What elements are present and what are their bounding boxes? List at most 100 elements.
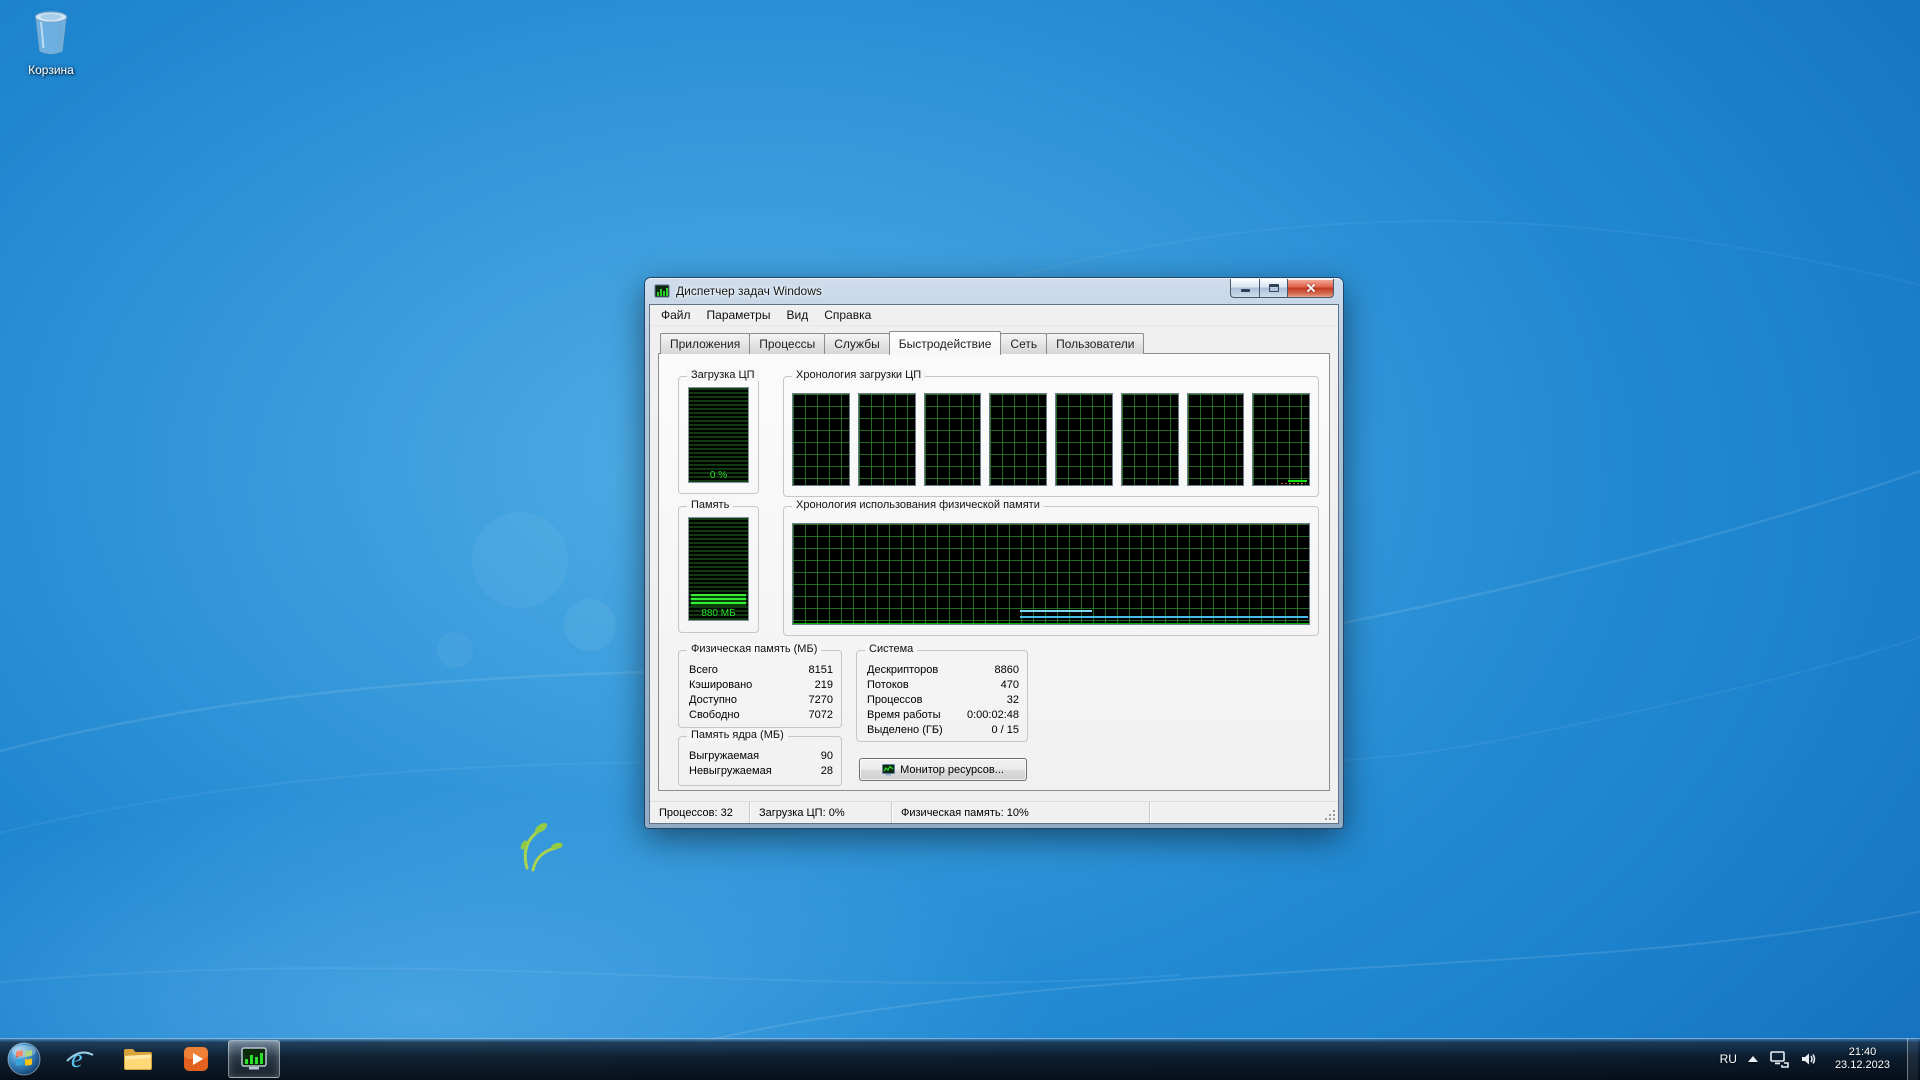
recycle-bin-label: Корзина — [12, 63, 90, 77]
physical-memory-rows: Всего8151 Кэшировано219 Доступно7270 Сво… — [679, 663, 841, 723]
file-explorer-button[interactable] — [112, 1040, 164, 1078]
tab-network[interactable]: Сеть — [1000, 333, 1047, 354]
menu-file[interactable]: Файл — [653, 306, 699, 324]
cpu-usage-group: Загрузка ЦП 0 % — [678, 376, 759, 494]
system-rows: Дескрипторов8860 Потоков470 Процессов32 … — [857, 663, 1027, 738]
stat-row: Невыгружаемая28 — [679, 764, 841, 779]
tab-services[interactable]: Службы — [824, 333, 889, 354]
cpu-core-graph-5 — [1055, 393, 1113, 486]
window-title: Диспетчер задач Windows — [676, 284, 822, 298]
memory-history-graph — [792, 523, 1310, 625]
close-icon — [1305, 282, 1317, 294]
system-tray: RU 21:40 23.12.2023 — [1720, 1038, 1920, 1080]
physical-memory-group: Физическая память (МБ) Всего8151 Кэширов… — [678, 650, 842, 728]
stat-row: Выделено (ГБ)0 / 15 — [857, 723, 1027, 738]
cpu-history-group: Хронология загрузки ЦП — [783, 376, 1319, 497]
resource-monitor-icon — [882, 763, 895, 776]
memory-history-graph-zone — [792, 523, 1310, 625]
menu-bar: Файл Параметры Вид Справка — [650, 305, 1338, 326]
task-manager-window: Диспетчер задач Windows Файл Параметры В… — [645, 278, 1343, 828]
windows-orb-icon — [4, 1039, 44, 1079]
media-player-button[interactable] — [170, 1040, 222, 1078]
resize-grip[interactable] — [1323, 808, 1337, 822]
tab-strip: Приложения Процессы Службы Быстродействи… — [660, 330, 1330, 354]
cpu-core-graph-8 — [1252, 393, 1310, 486]
menu-options[interactable]: Параметры — [699, 306, 779, 324]
sprout-art — [519, 821, 563, 870]
tab-users[interactable]: Пользователи — [1046, 333, 1144, 354]
network-icon[interactable] — [1769, 1050, 1789, 1068]
folder-icon — [122, 1046, 154, 1072]
taskbar-clock[interactable]: 21:40 23.12.2023 — [1829, 1046, 1896, 1072]
memory-usage-fill — [691, 594, 746, 606]
maximize-icon — [1269, 284, 1279, 292]
stat-row: Кэшировано219 — [679, 678, 841, 693]
stat-row: Всего8151 — [679, 663, 841, 678]
cpu-usage-meter: 0 % — [688, 387, 749, 483]
window-client-area: Файл Параметры Вид Справка Приложения Пр… — [649, 304, 1339, 824]
resource-monitor-label: Монитор ресурсов... — [900, 764, 1004, 776]
menu-view[interactable]: Вид — [778, 306, 816, 324]
memory-usage-history-step — [1020, 610, 1092, 612]
memory-history-baseline — [793, 623, 1309, 624]
minimize-button[interactable] — [1230, 279, 1259, 298]
cpu-core-graph-7 — [1187, 393, 1245, 486]
desktop: Корзина Диспетчер задач Windows Файл Пар… — [0, 0, 1920, 1080]
status-processes: Процессов: 32 — [650, 802, 750, 823]
memory-usage-group: Память 880 МБ — [678, 506, 759, 633]
cpu-core-graph-6 — [1121, 393, 1179, 486]
status-memory: Физическая память: 10% — [892, 802, 1150, 823]
menu-help[interactable]: Справка — [816, 306, 879, 324]
taskbar: e — [0, 1038, 1920, 1080]
status-empty — [1150, 802, 1338, 823]
stat-row: Выгружаемая90 — [679, 749, 841, 764]
cpu-core-graph-3 — [924, 393, 982, 486]
cpu-core-graph-1 — [792, 393, 850, 486]
clock-time: 21:40 — [1835, 1046, 1890, 1059]
media-player-icon — [182, 1045, 210, 1073]
tab-applications[interactable]: Приложения — [660, 333, 750, 354]
kernel-time-line — [1281, 483, 1306, 484]
taskbar-apps: e — [54, 1038, 280, 1080]
recycle-bin-icon — [28, 8, 74, 56]
show-desktop-button[interactable] — [1907, 1038, 1918, 1080]
status-bar: Процессов: 32 Загрузка ЦП: 0% Физическая… — [650, 801, 1338, 823]
memory-usage-meter: 880 МБ — [688, 517, 749, 621]
task-manager-app-icon — [654, 283, 670, 299]
tab-area: Приложения Процессы Службы Быстродействи… — [650, 326, 1338, 801]
stat-row: Потоков470 — [857, 678, 1027, 693]
internet-explorer-button[interactable]: e — [54, 1040, 106, 1078]
cpu-history-group-title: Хронология загрузки ЦП — [792, 369, 925, 381]
resource-monitor-button[interactable]: Монитор ресурсов... — [859, 758, 1027, 781]
physical-memory-group-title: Физическая память (МБ) — [687, 643, 821, 655]
stat-row: Время работы0:00:02:48 — [857, 708, 1027, 723]
cpu-usage-value: 0 % — [689, 470, 748, 481]
memory-usage-history-line — [1020, 616, 1308, 618]
system-group: Система Дескрипторов8860 Потоков470 Проц… — [856, 650, 1028, 742]
kernel-memory-group-title: Память ядра (МБ) — [687, 729, 788, 741]
close-button[interactable] — [1287, 279, 1334, 298]
status-cpu: Загрузка ЦП: 0% — [750, 802, 892, 823]
clock-date: 23.12.2023 — [1835, 1059, 1890, 1072]
system-group-title: Система — [865, 643, 917, 655]
stat-row: Процессов32 — [857, 693, 1027, 708]
minimize-icon — [1241, 289, 1250, 292]
volume-icon[interactable] — [1800, 1050, 1818, 1068]
recycle-bin[interactable]: Корзина — [12, 8, 90, 77]
memory-usage-value: 880 МБ — [689, 608, 748, 619]
kernel-memory-group: Память ядра (МБ) Выгружаемая90 Невыгружа… — [678, 736, 842, 786]
start-button[interactable] — [4, 1039, 44, 1079]
kernel-memory-rows: Выгружаемая90 Невыгружаемая28 — [679, 749, 841, 779]
tab-processes[interactable]: Процессы — [749, 333, 825, 354]
task-manager-taskbar-button[interactable] — [228, 1040, 280, 1078]
show-hidden-icons-button[interactable] — [1748, 1056, 1758, 1062]
tab-performance[interactable]: Быстродействие — [889, 331, 1002, 355]
maximize-button[interactable] — [1259, 279, 1287, 298]
performance-tab-panel: Загрузка ЦП 0 % Хронология загрузки ЦП — [658, 353, 1330, 791]
cpu-history-graphs — [792, 393, 1310, 486]
stat-row: Дескрипторов8860 — [857, 663, 1027, 678]
memory-usage-group-title: Память — [687, 499, 733, 511]
cpu-usage-line — [1288, 480, 1307, 482]
language-indicator[interactable]: RU — [1720, 1052, 1737, 1066]
stat-row: Доступно7270 — [679, 693, 841, 708]
